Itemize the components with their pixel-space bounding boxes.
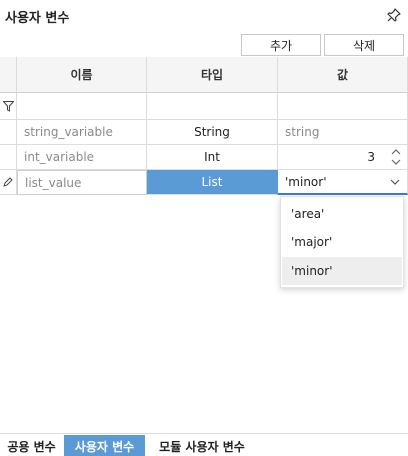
combobox-value: 'minor' bbox=[285, 174, 327, 189]
chevron-down-icon[interactable] bbox=[389, 176, 401, 188]
filter-value-input[interactable] bbox=[278, 93, 408, 120]
variable-type-cell[interactable]: String bbox=[147, 120, 278, 145]
variable-name-cell[interactable]: int_variable bbox=[17, 145, 147, 170]
variable-value-combobox[interactable]: 'minor' bbox=[278, 170, 408, 195]
panel-header: 사용자 변수 bbox=[0, 0, 408, 30]
variable-type-cell[interactable]: Int bbox=[147, 145, 278, 170]
dropdown-option[interactable]: 'area' bbox=[282, 200, 402, 228]
variable-value-number-input[interactable]: 3 bbox=[278, 145, 408, 170]
value-dropdown-list: 'area' 'major' 'minor' bbox=[280, 196, 404, 288]
table-row[interactable]: int_variable Int 3 bbox=[0, 145, 408, 170]
delete-button[interactable]: 삭제 bbox=[324, 34, 404, 56]
column-header-name[interactable]: 이름 bbox=[17, 57, 147, 93]
filter-icon bbox=[2, 100, 14, 112]
tab-common-variables[interactable]: 공용 변수 bbox=[0, 435, 63, 456]
filter-type-input[interactable] bbox=[147, 93, 278, 120]
table-row-editing[interactable]: list_value List 'minor' bbox=[0, 170, 408, 195]
column-header-type[interactable]: 타입 bbox=[147, 57, 278, 93]
variable-value-cell[interactable]: string bbox=[278, 120, 408, 145]
panel-title: 사용자 변수 bbox=[5, 11, 70, 26]
tab-module-user-variables[interactable]: 모듈 사용자 변수 bbox=[146, 435, 258, 456]
variable-name-input[interactable]: list_value bbox=[17, 170, 147, 195]
variable-type-cell-selected[interactable]: List bbox=[147, 170, 278, 195]
row-indicator bbox=[0, 120, 17, 145]
stepper-arrows-icon[interactable] bbox=[389, 147, 403, 167]
filter-indicator bbox=[0, 93, 17, 120]
filter-row bbox=[0, 93, 408, 120]
number-value: 3 bbox=[367, 150, 375, 164]
table-row[interactable]: string_variable String string bbox=[0, 120, 408, 145]
row-indicator-header bbox=[0, 57, 17, 93]
bottom-tab-bar: 공용 변수 사용자 변수 모듈 사용자 변수 bbox=[0, 433, 408, 456]
row-indicator bbox=[0, 145, 17, 170]
add-button[interactable]: 추가 bbox=[241, 34, 321, 56]
row-indicator bbox=[0, 170, 17, 195]
header-row: 이름 타입 값 bbox=[0, 57, 408, 93]
filter-name-input[interactable] bbox=[17, 93, 147, 120]
variable-name-cell[interactable]: string_variable bbox=[17, 120, 147, 145]
column-header-value[interactable]: 값 bbox=[278, 57, 408, 93]
pencil-icon bbox=[3, 177, 13, 187]
dropdown-option-selected[interactable]: 'minor' bbox=[282, 257, 402, 285]
pin-icon[interactable] bbox=[386, 7, 402, 23]
tab-user-variables[interactable]: 사용자 변수 bbox=[64, 435, 145, 456]
dropdown-option[interactable]: 'major' bbox=[282, 228, 402, 256]
